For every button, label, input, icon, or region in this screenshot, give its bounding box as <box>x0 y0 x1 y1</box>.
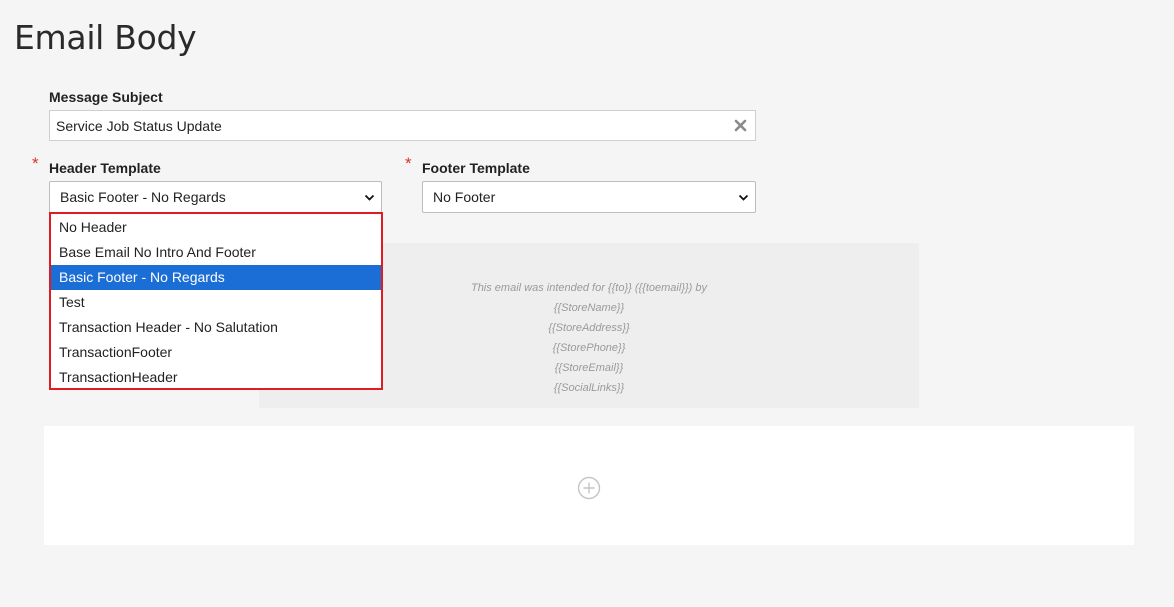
close-icon[interactable] <box>734 119 747 132</box>
message-subject-label: Message Subject <box>49 89 163 105</box>
email-body-page: Email Body Message Subject Service Job S… <box>0 0 1174 607</box>
option-base-email-no-intro-and-footer[interactable]: Base Email No Intro And Footer <box>51 240 381 265</box>
option-no-header[interactable]: No Header <box>51 215 381 240</box>
page-title: Email Body <box>14 18 197 57</box>
footer-template-select[interactable]: No Footer <box>422 181 756 213</box>
footer-template-selected-value: No Footer <box>433 189 496 205</box>
option-transactionheader[interactable]: TransactionHeader <box>51 365 381 390</box>
chevron-down-icon <box>738 194 749 201</box>
option-transaction-header-no-salutation[interactable]: Transaction Header - No Salutation <box>51 315 381 340</box>
header-template-required-mark: * <box>32 154 39 173</box>
header-template-selected-value: Basic Footer - No Regards <box>60 189 226 205</box>
header-template-label: Header Template <box>49 160 161 176</box>
header-template-options-list: No Header Base Email No Intro And Footer… <box>49 212 383 390</box>
chevron-down-icon <box>364 194 375 201</box>
option-basic-footer-no-regards[interactable]: Basic Footer - No Regards <box>51 265 381 290</box>
option-test[interactable]: Test <box>51 290 381 315</box>
header-template-select[interactable]: Basic Footer - No Regards <box>49 181 382 213</box>
message-subject-value: Service Job Status Update <box>56 117 222 134</box>
footer-template-required-mark: * <box>405 154 412 173</box>
message-subject-input[interactable]: Service Job Status Update <box>49 110 756 141</box>
email-content-area <box>44 426 1134 545</box>
option-transactionfooter[interactable]: TransactionFooter <box>51 340 381 365</box>
footer-template-label: Footer Template <box>422 160 530 176</box>
plus-circle-icon[interactable] <box>577 476 601 500</box>
